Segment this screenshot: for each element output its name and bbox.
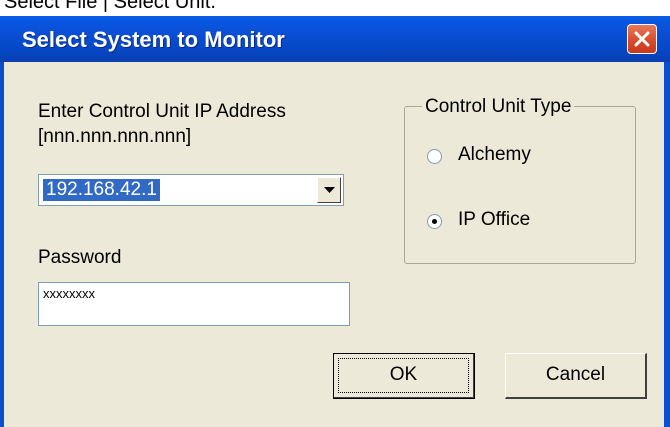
cancel-button[interactable]: Cancel xyxy=(505,353,647,399)
chevron-down-icon xyxy=(324,187,335,193)
password-label: Password xyxy=(38,247,122,268)
close-button[interactable] xyxy=(627,24,657,54)
radio-alchemy[interactable] xyxy=(427,149,442,164)
control-unit-type-group xyxy=(404,106,636,264)
control-unit-type-legend: Control Unit Type xyxy=(422,96,575,118)
radio-ip-office-label[interactable]: IP Office xyxy=(458,209,530,231)
select-system-dialog: Select System to Monitor Enter Control U… xyxy=(0,16,670,427)
window-frame-left xyxy=(0,62,4,427)
ip-address-combobox[interactable]: 192.168.42.1 xyxy=(38,174,344,206)
password-masked-value: xxxxxxxx xyxy=(43,286,95,301)
background-caption-text: Select File | Select Unit. xyxy=(4,0,216,13)
background-caption: Select File | Select Unit. xyxy=(0,0,670,16)
password-field[interactable]: xxxxxxxx xyxy=(38,282,350,326)
radio-ip-office[interactable] xyxy=(427,214,442,229)
dropdown-button[interactable] xyxy=(317,177,341,203)
close-icon xyxy=(634,31,650,47)
ok-button[interactable]: OK xyxy=(333,353,475,399)
dialog-title: Select System to Monitor xyxy=(22,27,285,52)
radio-selected-indicator xyxy=(432,219,437,224)
focus-rectangle xyxy=(338,358,469,393)
ip-address-label: Enter Control Unit IP Address xyxy=(38,101,286,122)
window-frame-right xyxy=(664,62,670,427)
title-bar[interactable]: Select System to Monitor xyxy=(0,16,670,62)
cancel-button-label: Cancel xyxy=(545,364,606,385)
radio-alchemy-label[interactable]: Alchemy xyxy=(458,144,531,166)
ip-address-value[interactable]: 192.168.42.1 xyxy=(43,179,160,201)
ip-format-hint: [nnn.nnn.nnn.nnn] xyxy=(38,126,192,147)
